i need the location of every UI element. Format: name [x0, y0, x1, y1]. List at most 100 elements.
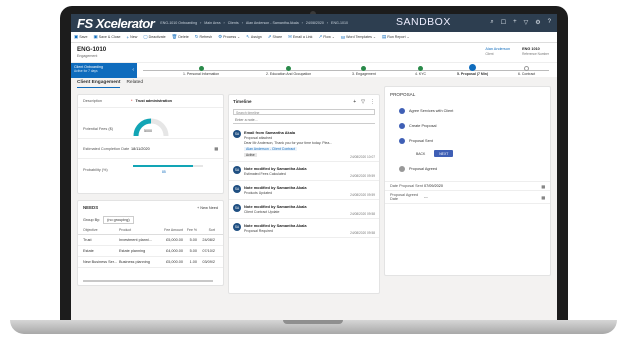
client-link[interactable]: Alan Anderson — [485, 47, 510, 51]
tab-related[interactable]: Related — [126, 80, 143, 88]
table-row[interactable]: Estate Estate planning £4,000.00 5.00 07… — [78, 246, 223, 257]
bpf-stage-3[interactable]: 3. Engagement — [352, 66, 376, 76]
bpf-stage-1[interactable]: 1. Personal Information — [183, 66, 219, 76]
needs-card: NEEDS + New Need Group By: (no grouping)… — [77, 200, 224, 286]
proposal-step[interactable]: Proposal Sent — [399, 138, 550, 144]
table-row[interactable]: Trust Investment planni... £5,000.00 5.0… — [78, 235, 223, 246]
bpf-stage-6[interactable]: 6. Contract — [518, 66, 535, 76]
breadcrumb-item[interactable]: ENG-1010 Onboarding — [160, 21, 197, 25]
flow-button[interactable]: ↗ Flow ⌄ — [318, 34, 334, 40]
tasks-icon[interactable]: ☐ — [501, 19, 506, 26]
timeline-item[interactable]: SA Note modified by Samantha Akala Estima… — [229, 162, 379, 181]
filter-icon[interactable]: ▽ — [524, 19, 529, 26]
share-icon: ⇗ — [267, 34, 272, 39]
breadcrumb: ENG-1010 Onboarding › Main Area › Clients ›… — [160, 21, 349, 25]
required-marker: * — [131, 99, 133, 103]
bpf-stage-2[interactable]: 2. Education And Occupation — [266, 66, 311, 76]
col-sort[interactable]: Sort — [197, 228, 215, 232]
command-bar: ▣ Save ▣ Save & Close + New ▢ Deactivate 🗑 De… — [71, 32, 557, 43]
timeline-item[interactable]: SA Email from Samantha Akala Proposal at… — [229, 126, 379, 162]
word-templates-button[interactable]: W Word Templates ⌄ — [341, 35, 376, 40]
status-badge: Active — [244, 153, 257, 157]
timeline-note-input[interactable]: Enter a note... — [233, 117, 375, 124]
calendar-icon[interactable]: ▦ — [541, 195, 545, 200]
breadcrumb-item[interactable]: ENG-1010 — [331, 21, 348, 25]
process-icon: ⚙ — [218, 34, 223, 39]
record-subtitle: Engagement — [77, 54, 98, 58]
save-button[interactable]: ▣ Save — [74, 34, 87, 40]
stage-dot — [198, 66, 204, 71]
col-product[interactable]: Product — [119, 228, 159, 232]
proposal-card: PROPOSAL Agree Services with Client Crea… — [384, 86, 551, 276]
process-button[interactable]: ⚙ Process ⌄ — [218, 34, 240, 40]
description-value[interactable]: Trust administration — [135, 99, 172, 103]
stage-dot-current — [469, 64, 477, 71]
pending-icon — [399, 166, 405, 172]
calendar-icon[interactable]: ▦ — [541, 184, 545, 189]
filter-icon[interactable]: ▽ — [361, 99, 365, 105]
fees-gauge[interactable] — [133, 118, 169, 136]
timeline-item[interactable]: SA Note modified by Samantha Akala Client… — [229, 200, 379, 219]
save-close-button[interactable]: ▣ Save & Close — [93, 34, 120, 40]
delete-icon: 🗑 — [171, 34, 178, 39]
gear-icon[interactable]: ⚙ — [535, 19, 540, 26]
email-link-button[interactable]: ✉ Email a Link — [288, 34, 312, 40]
app-screen: FS Xcelerator ENG-1010 Onboarding › Main … — [71, 14, 557, 320]
assign-button[interactable]: ↖ Assign — [246, 34, 262, 40]
bpf-stage-5[interactable]: 5. Proposal (7 Min) — [457, 64, 488, 76]
bpf-stage-4[interactable]: 4. KYC — [415, 66, 426, 76]
proposal-step[interactable]: Proposal Agreed — [399, 166, 550, 172]
timeline-header: Timeline + ▽ ⋮ — [233, 99, 375, 105]
timeline-search-input[interactable]: Search timeline — [233, 109, 375, 115]
breadcrumb-item[interactable]: Clients — [228, 21, 239, 25]
table-row[interactable]: New Business Ser... Business planning £5… — [78, 257, 223, 268]
proposal-title: PROPOSAL — [390, 92, 416, 97]
app-logo[interactable]: FS Xcelerator — [77, 16, 155, 31]
share-button[interactable]: ⇗ Share — [268, 34, 282, 40]
breadcrumb-item[interactable]: Alan Anderson - Samantha Akala — [246, 21, 299, 25]
delete-button[interactable]: 🗑 Delete — [172, 34, 189, 40]
calendar-icon[interactable]: ▦ — [214, 146, 218, 151]
add-icon[interactable]: + — [353, 99, 356, 105]
back-button[interactable]: BACK — [411, 150, 431, 157]
form-tabs: Client Engagement Related — [77, 80, 143, 88]
date-sent-value[interactable]: 07/09/2020 — [424, 184, 541, 188]
header-client: Alan Anderson Client — [485, 47, 511, 56]
tab-client-engagement[interactable]: Client Engagement — [77, 80, 121, 88]
timeline-item[interactable]: SA Note modified by Samantha Akala Propos… — [229, 219, 379, 238]
completion-date-value[interactable]: 18/11/2020 — [131, 147, 214, 151]
deactivate-icon: ▢ — [143, 34, 148, 39]
record-header: ENG-1010 Engagement Alan Anderson Client… — [71, 43, 557, 62]
probability-track[interactable] — [133, 165, 203, 167]
add-icon[interactable]: + — [513, 19, 517, 26]
more-icon[interactable]: ⋮ — [370, 99, 375, 105]
probability-value: 85 — [162, 170, 166, 174]
proposal-step[interactable]: Create Proposal — [399, 123, 550, 129]
record-title: ENG-1010 — [77, 46, 107, 53]
col-fee-amount[interactable]: Fee Amount — [159, 228, 183, 232]
search-icon[interactable]: ⌕ — [490, 19, 493, 26]
run-report-button[interactable]: ▤ Run Report ⌄ — [382, 34, 410, 40]
deactivate-button[interactable]: ▢ Deactivate — [143, 34, 165, 40]
next-button[interactable]: NEXT — [434, 150, 454, 157]
proposal-step[interactable]: Agree Services with Client — [399, 108, 550, 114]
breadcrumb-item[interactable]: 24/08/2020 — [306, 21, 324, 25]
new-need-button[interactable]: + New Need — [197, 206, 218, 210]
check-icon — [399, 108, 405, 114]
col-objective[interactable]: Objective — [83, 228, 119, 232]
col-fee-percent[interactable]: Fee % — [183, 228, 197, 232]
help-icon[interactable]: ? — [548, 19, 551, 26]
report-icon: ▤ — [381, 34, 387, 39]
chevron-left-icon[interactable]: ‹ — [132, 67, 134, 73]
horizontal-scrollbar[interactable] — [83, 280, 213, 282]
date-agreed-value[interactable]: --- — [424, 195, 541, 199]
timeline-item[interactable]: SA Note modified by Samantha Akala Produc… — [229, 181, 379, 200]
avatar: SA — [233, 204, 241, 212]
new-button[interactable]: + New — [127, 35, 138, 40]
breadcrumb-item[interactable]: Main Area — [204, 21, 220, 25]
top-nav-bar: FS Xcelerator ENG-1010 Onboarding › Main … — [71, 14, 557, 32]
stage-dot — [524, 66, 530, 71]
group-by-select[interactable]: (no grouping) — [103, 216, 134, 224]
refresh-button[interactable]: ↻ Refresh — [195, 34, 212, 40]
bpf-active-process[interactable]: Client Onboarding Active for 7 days ‹ — [71, 63, 137, 78]
